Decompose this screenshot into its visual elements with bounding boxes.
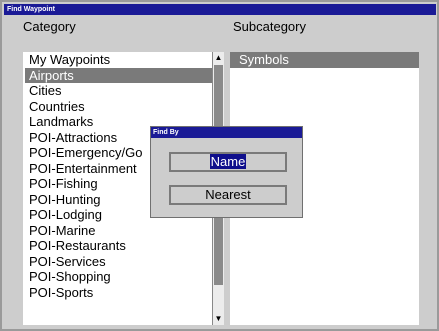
- category-item-poi-sports[interactable]: POI-Sports: [28, 285, 213, 301]
- scroll-up-icon[interactable]: ▲: [213, 52, 224, 64]
- category-column-header: Category: [23, 19, 76, 34]
- category-item-countries[interactable]: Countries: [28, 99, 213, 115]
- find-by-name-button[interactable]: Name: [169, 152, 287, 172]
- category-item-poi-restaurants[interactable]: POI-Restaurants: [28, 238, 213, 254]
- find-by-dialog: Find By Name Nearest: [150, 126, 303, 218]
- find-by-dialog-title: Find By: [151, 127, 302, 138]
- category-item-cities[interactable]: Cities: [28, 83, 213, 99]
- find-by-nearest-button[interactable]: Nearest: [169, 185, 287, 205]
- scroll-down-icon[interactable]: ▼: [213, 313, 224, 325]
- find-waypoint-window: Find Waypoint Category Subcategory My Wa…: [0, 0, 439, 331]
- category-item-my-waypoints[interactable]: My Waypoints: [28, 52, 213, 68]
- category-item-poi-services[interactable]: POI-Services: [28, 254, 213, 270]
- find-by-name-label: Name: [209, 154, 247, 169]
- category-item-poi-marine[interactable]: POI-Marine: [28, 223, 213, 239]
- subcategory-item-symbols[interactable]: Symbols: [230, 52, 419, 68]
- subcategory-column-header: Subcategory: [233, 19, 306, 34]
- category-item-poi-shopping[interactable]: POI-Shopping: [28, 269, 213, 285]
- window-title: Find Waypoint: [4, 4, 436, 15]
- category-item-airports[interactable]: Airports: [25, 67, 213, 83]
